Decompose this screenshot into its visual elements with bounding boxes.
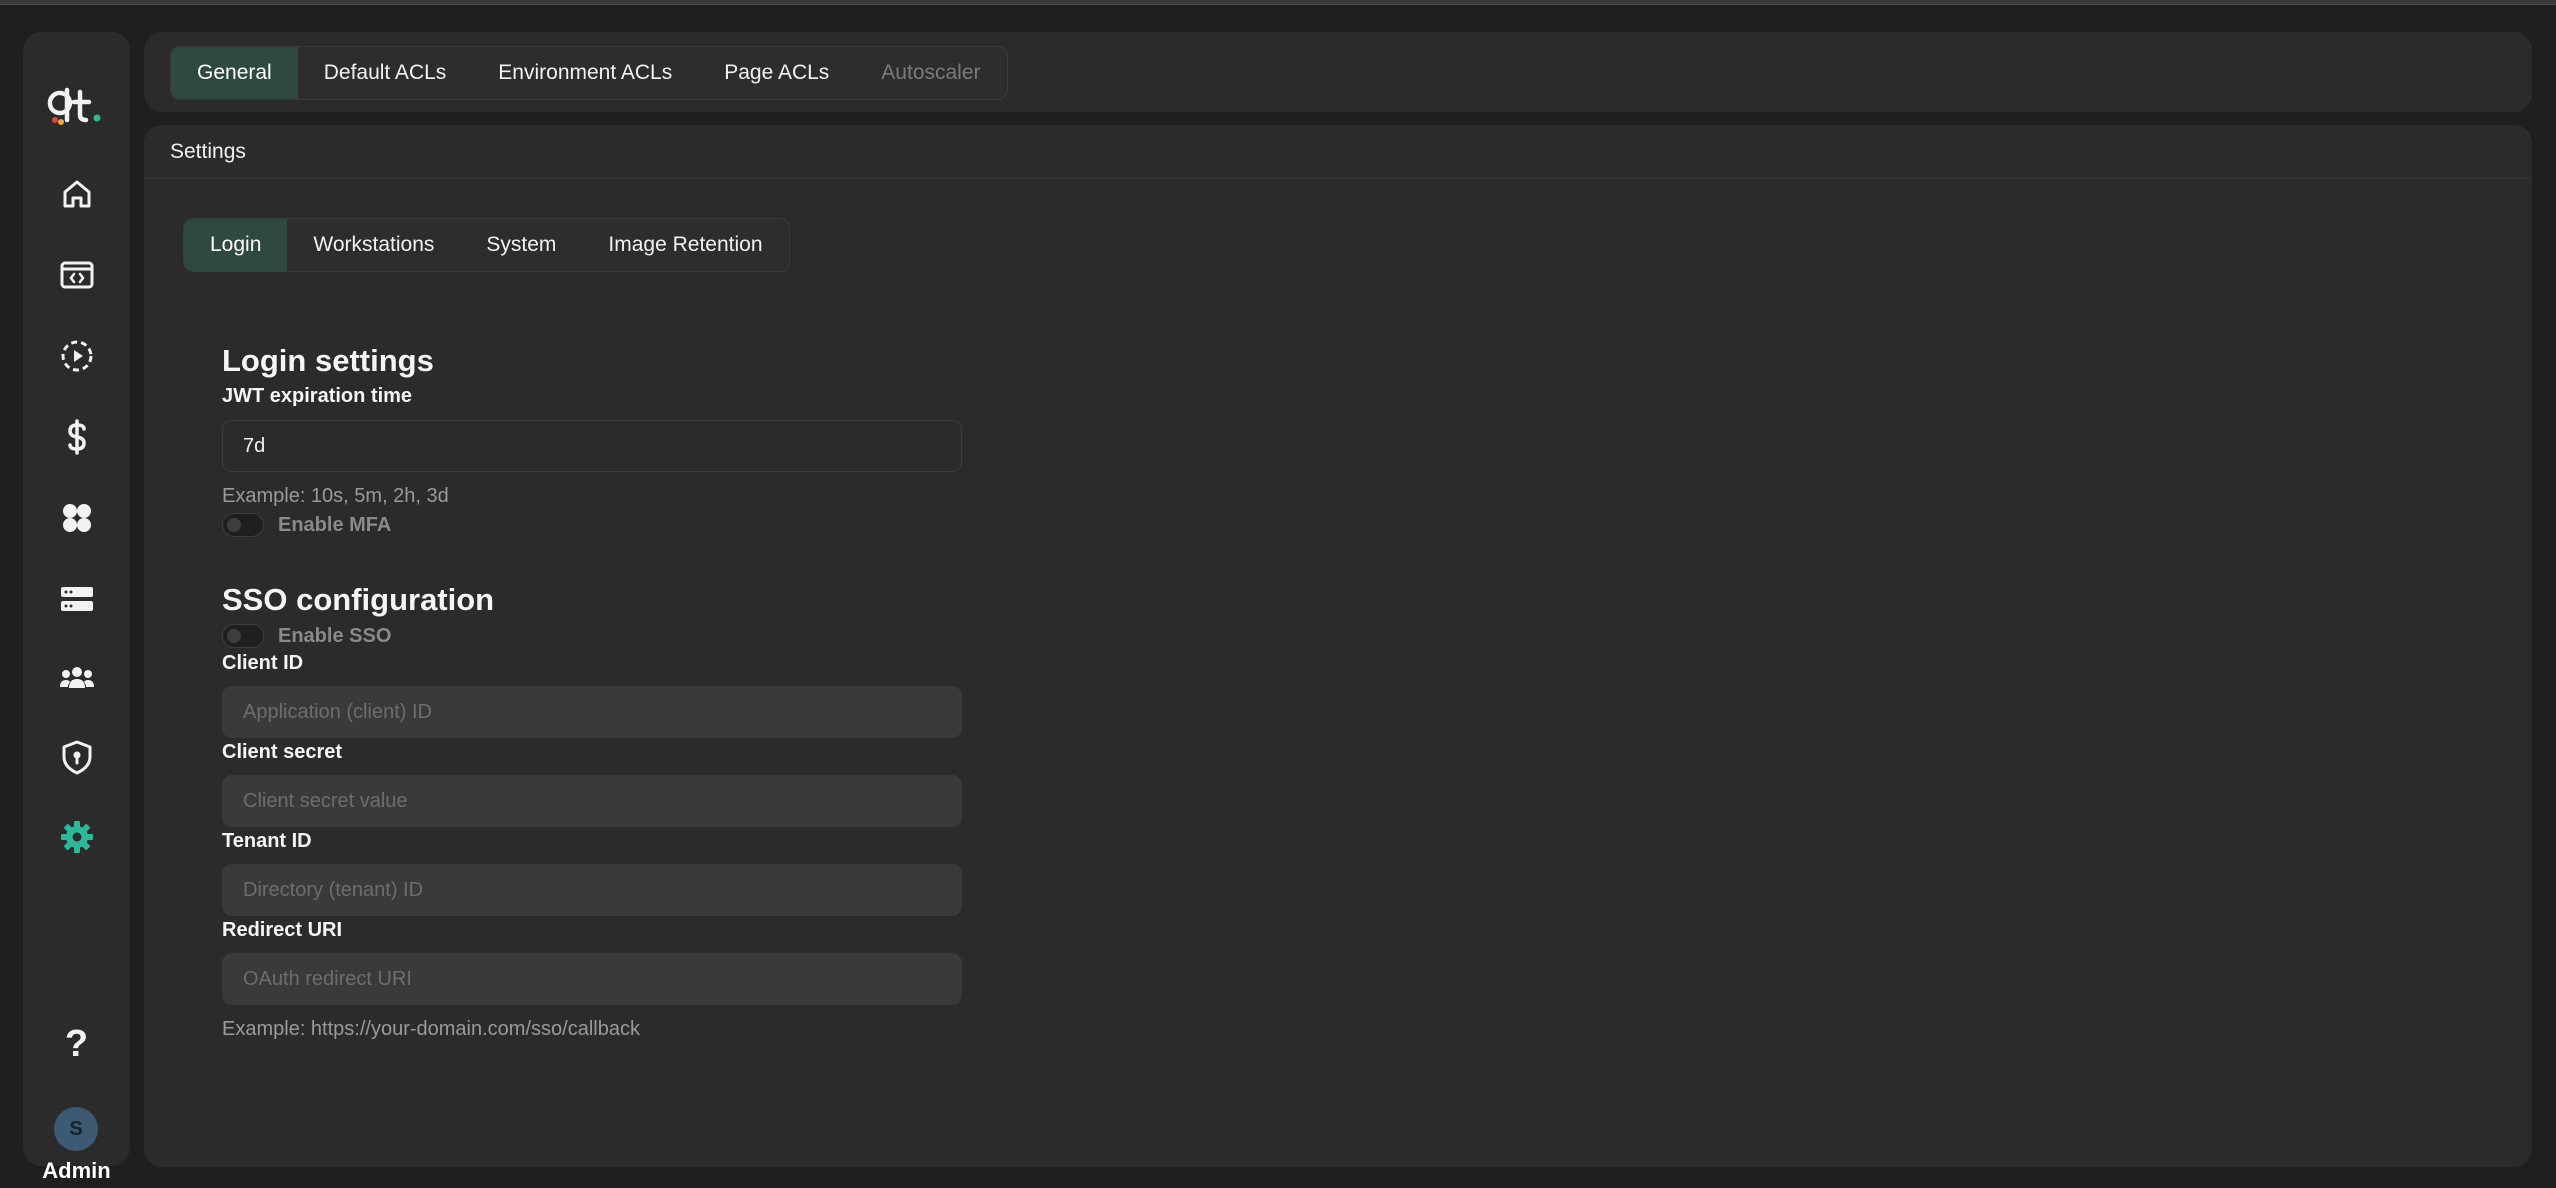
sso-config-title: SSO configuration [222, 582, 495, 617]
settings-subtabs: Login Workstations System Image Retentio… [183, 218, 790, 272]
top-tabs: General Default ACLs Environment ACLs Pa… [170, 46, 1008, 100]
session-play-icon [61, 340, 92, 371]
redirect-uri-input[interactable] [222, 953, 962, 1005]
sidebar-item-settings[interactable] [49, 809, 104, 864]
tab-system[interactable]: System [460, 219, 582, 271]
window-top-edge [0, 0, 2556, 5]
top-nav-card: General Default ACLs Environment ACLs Pa… [144, 32, 2532, 112]
jwt-expiration-input[interactable] [222, 420, 962, 472]
tab-login[interactable]: Login [184, 219, 288, 271]
server-icon [60, 586, 93, 611]
sidebar-item-home[interactable] [49, 166, 104, 221]
sidebar-item-servers[interactable] [49, 571, 104, 626]
avatar[interactable]: S [54, 1107, 98, 1151]
apps-grid-icon [62, 503, 91, 532]
tab-general[interactable]: General [171, 47, 298, 99]
gear-icon [60, 820, 93, 853]
client-id-input[interactable] [222, 686, 962, 738]
sso-toggle[interactable] [222, 624, 264, 648]
users-icon [59, 666, 94, 688]
user-role-label: Admin [42, 1158, 111, 1183]
tab-page-acls[interactable]: Page ACLs [698, 47, 855, 99]
sidebar-item-sessions[interactable] [49, 328, 104, 383]
jwt-expiration-label: JWT expiration time [222, 385, 413, 407]
settings-card: Settings Login Workstations System Image… [144, 125, 2532, 1167]
tenant-id-input[interactable] [222, 864, 962, 916]
dt-logo[interactable] [47, 82, 107, 132]
shield-lock-icon [62, 740, 91, 774]
sidebar-item-help[interactable]: ? [49, 1017, 104, 1072]
tab-image-retention[interactable]: Image Retention [582, 219, 788, 271]
mfa-toggle[interactable] [222, 513, 264, 537]
client-secret-input[interactable] [222, 775, 962, 827]
help-icon: ? [64, 1023, 89, 1065]
sidebar-item-billing[interactable] [49, 409, 104, 464]
tab-environment-acls[interactable]: Environment ACLs [472, 47, 698, 99]
tab-workstations[interactable]: Workstations [287, 219, 460, 271]
client-id-label: Client ID [222, 652, 304, 674]
redirect-uri-label: Redirect URI [222, 919, 343, 941]
tab-autoscaler[interactable]: Autoscaler [855, 47, 1006, 99]
code-window-icon [60, 261, 93, 288]
tenant-id-label: Tenant ID [222, 830, 312, 852]
card-title: Settings [144, 125, 2532, 179]
sso-toggle-row: Enable SSO [222, 624, 391, 648]
client-secret-label: Client secret [222, 741, 343, 763]
sidebar-item-apps[interactable] [49, 490, 104, 545]
home-icon [63, 180, 90, 207]
sidebar-item-workstations[interactable] [49, 247, 104, 302]
login-settings-title: Login settings [222, 343, 434, 378]
sidebar-item-security[interactable] [49, 729, 104, 784]
mfa-toggle-label: Enable MFA [278, 513, 392, 536]
mfa-toggle-row: Enable MFA [222, 513, 391, 537]
jwt-expiration-hint: Example: 10s, 5m, 2h, 3d [222, 485, 449, 507]
sso-toggle-label: Enable SSO [278, 624, 392, 647]
sidebar: ? S Admin [23, 32, 130, 1183]
dollar-icon [67, 418, 86, 455]
redirect-uri-hint: Example: https://your-domain.com/sso/cal… [222, 1018, 640, 1040]
sidebar-item-users[interactable] [49, 650, 104, 705]
tab-default-acls[interactable]: Default ACLs [298, 47, 473, 99]
